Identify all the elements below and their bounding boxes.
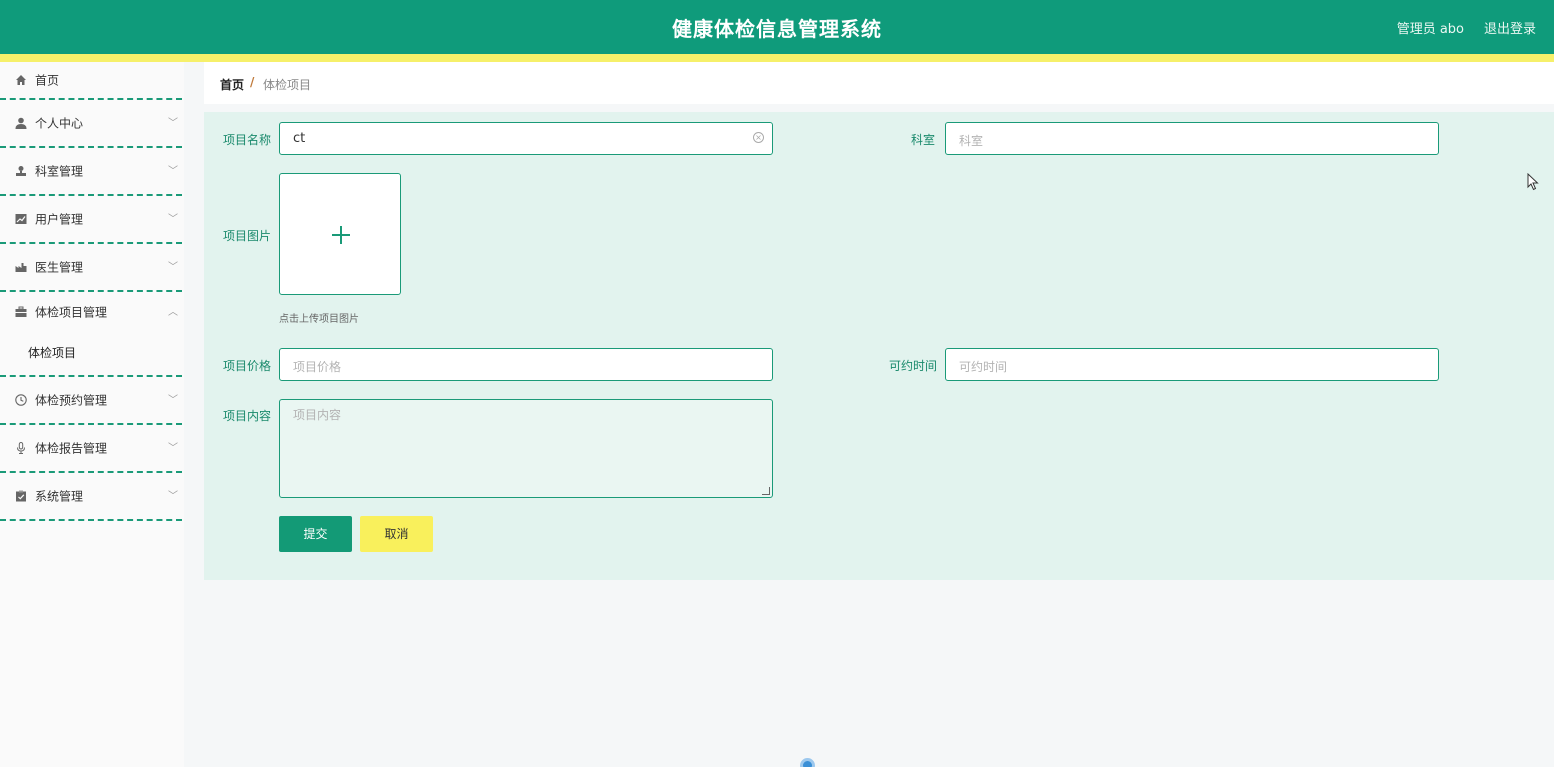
sidebar-item-department[interactable]: 科室管理 ﹀ bbox=[0, 148, 182, 196]
exam-item-form: 项目名称 ct × 科室 科室 项目图片 点击上传项目图片 项目价格 项目价格 … bbox=[204, 112, 1554, 580]
sidebar-item-appointments[interactable]: 体检预约管理 ﹀ bbox=[0, 377, 182, 425]
available-time-input[interactable]: 可约时间 bbox=[945, 348, 1439, 381]
breadcrumb-separator: / bbox=[250, 75, 255, 89]
sidebar-item-exam-items[interactable]: 体检项目管理 ︿ bbox=[0, 292, 182, 332]
breadcrumb: 首页 / 体检项目 bbox=[204, 62, 1554, 104]
factory-icon bbox=[15, 261, 27, 273]
home-icon bbox=[15, 74, 27, 86]
user-icon bbox=[15, 165, 27, 177]
current-user: 管理员 abo bbox=[1396, 22, 1464, 37]
submenu-item-exam-item[interactable]: 体检项目 bbox=[0, 332, 182, 377]
name-input[interactable]: ct × bbox=[279, 122, 773, 155]
chevron-down-icon: ﹀ bbox=[168, 491, 178, 502]
clock-icon bbox=[15, 394, 27, 406]
microphone-icon bbox=[15, 442, 27, 454]
submit-button[interactable]: 提交 bbox=[279, 516, 352, 552]
content-label: 项目内容 bbox=[223, 409, 272, 423]
breadcrumb-current: 体检项目 bbox=[263, 78, 312, 92]
department-input[interactable]: 科室 bbox=[945, 122, 1439, 155]
mouse-cursor-icon bbox=[1527, 172, 1539, 191]
chevron-down-icon: ﹀ bbox=[168, 262, 178, 273]
chevron-down-icon: ﹀ bbox=[168, 166, 178, 177]
content-textarea[interactable]: 项目内容 bbox=[279, 399, 773, 498]
sidebar-item-doctors[interactable]: 医生管理 ﹀ bbox=[0, 244, 182, 292]
chevron-down-icon: ﹀ bbox=[168, 443, 178, 454]
resize-handle-icon[interactable] bbox=[762, 487, 770, 495]
sidebar: 首页 个人中心 ﹀ 科室管理 ﹀ 用户管理 ﹀ 医生管理 ﹀ 体检项目管理 ︿ bbox=[0, 62, 184, 767]
department-label: 科室 bbox=[911, 133, 936, 147]
clear-icon[interactable]: × bbox=[753, 132, 764, 143]
price-placeholder: 项目价格 bbox=[293, 360, 342, 374]
scroll-indicator[interactable] bbox=[800, 758, 815, 767]
app-title: 健康体检信息管理系统 bbox=[672, 17, 882, 41]
sidebar-item-label: 体检项目管理 bbox=[35, 305, 108, 320]
sidebar-item-label: 个人中心 bbox=[35, 116, 84, 131]
clipboard-icon bbox=[15, 490, 27, 502]
logout-link[interactable]: 退出登录 bbox=[1484, 18, 1536, 37]
sidebar-item-label: 体检报告管理 bbox=[35, 441, 108, 456]
user-icon bbox=[15, 117, 27, 129]
upload-tip: 点击上传项目图片 bbox=[279, 314, 359, 325]
image-label: 项目图片 bbox=[223, 229, 272, 243]
sidebar-item-label: 系统管理 bbox=[35, 489, 84, 504]
image-uploader[interactable] bbox=[279, 173, 401, 295]
sidebar-item-label: 用户管理 bbox=[35, 212, 84, 227]
sidebar-item-system[interactable]: 系统管理 ﹀ bbox=[0, 473, 182, 521]
name-input-value: ct bbox=[293, 131, 306, 146]
sidebar-item-users[interactable]: 用户管理 ﹀ bbox=[0, 196, 182, 244]
chart-icon bbox=[15, 213, 27, 225]
chevron-down-icon: ﹀ bbox=[168, 214, 178, 225]
sidebar-item-reports[interactable]: 体检报告管理 ﹀ bbox=[0, 425, 182, 473]
submenu-item-label: 体检项目 bbox=[28, 345, 77, 360]
available-time-placeholder: 可约时间 bbox=[959, 360, 1008, 374]
header-accent-stripe bbox=[0, 54, 1554, 62]
chevron-down-icon: ﹀ bbox=[168, 118, 178, 129]
content-placeholder: 项目内容 bbox=[293, 408, 342, 422]
price-label: 项目价格 bbox=[223, 359, 272, 373]
sidebar-item-home[interactable]: 首页 bbox=[0, 62, 182, 100]
briefcase-icon bbox=[15, 306, 27, 318]
sidebar-item-label: 体检预约管理 bbox=[35, 393, 108, 408]
department-placeholder: 科室 bbox=[959, 134, 984, 148]
cancel-button[interactable]: 取消 bbox=[360, 516, 433, 552]
app-header: 健康体检信息管理系统 管理员 abo 退出登录 bbox=[0, 0, 1554, 54]
available-time-label: 可约时间 bbox=[889, 359, 938, 373]
sidebar-item-label: 首页 bbox=[35, 73, 60, 88]
price-input[interactable]: 项目价格 bbox=[279, 348, 773, 381]
chevron-down-icon: ﹀ bbox=[168, 395, 178, 406]
chevron-up-icon: ︿ bbox=[168, 307, 178, 318]
breadcrumb-home[interactable]: 首页 bbox=[220, 76, 244, 93]
sidebar-item-personal-center[interactable]: 个人中心 ﹀ bbox=[0, 100, 182, 148]
name-label: 项目名称 bbox=[223, 133, 272, 147]
sidebar-item-label: 医生管理 bbox=[35, 260, 84, 275]
sidebar-item-label: 科室管理 bbox=[35, 164, 84, 179]
